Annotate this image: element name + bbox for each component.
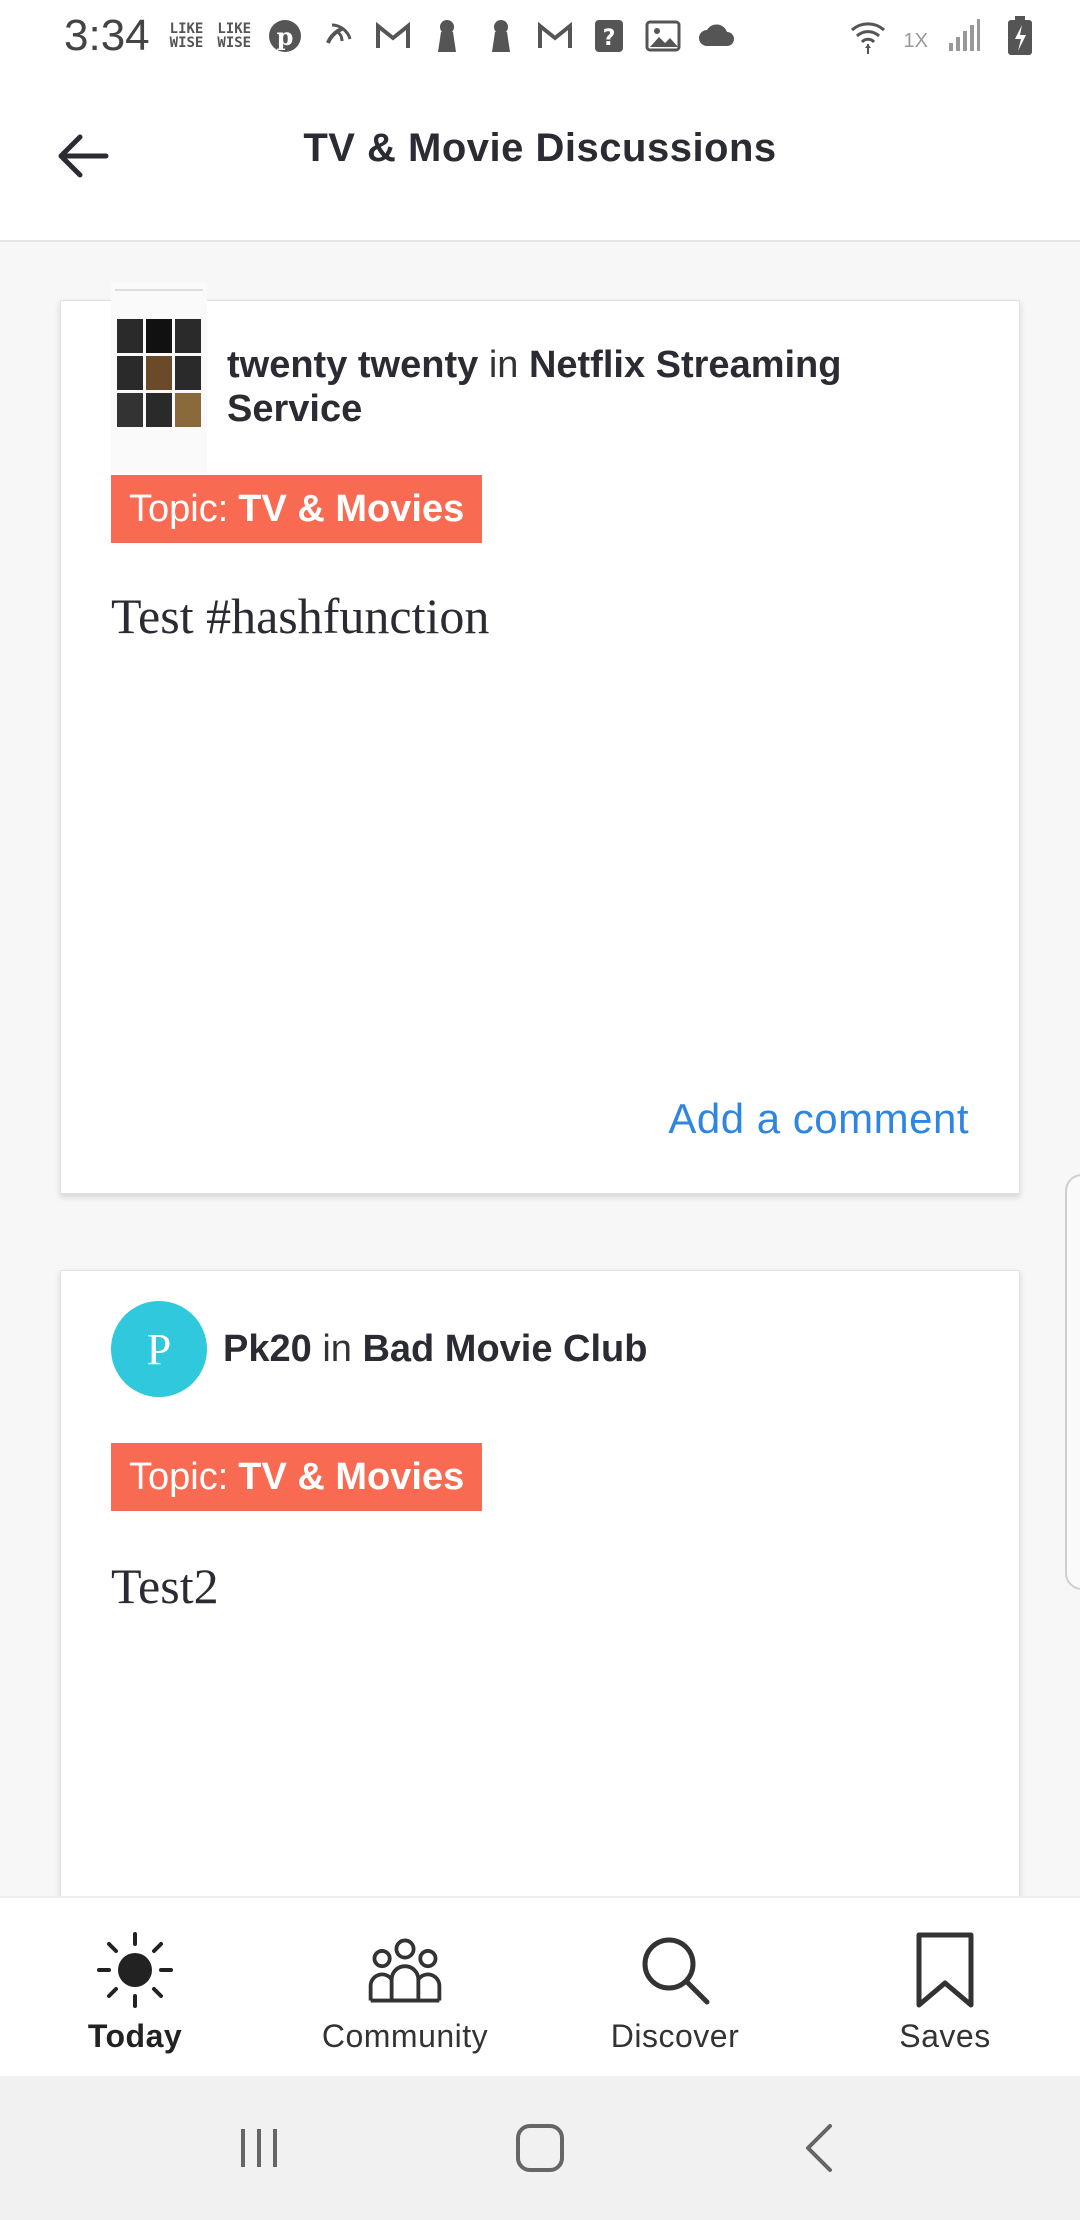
post-author-row: twenty twenty in Netflix Streaming Servi… <box>111 283 927 473</box>
home-icon <box>516 2124 564 2172</box>
app-header: TV & Movie Discussions <box>0 72 1080 242</box>
keyhole-icon <box>481 16 521 56</box>
signal-icon <box>944 16 984 56</box>
wifi-call-icon <box>319 16 359 56</box>
speed-label: 1X <box>903 30 928 52</box>
avatar[interactable]: P <box>111 1301 207 1397</box>
back-chevron-icon <box>806 2124 832 2172</box>
nav-label: Saves <box>899 2018 991 2054</box>
page-title: TV & Movie Discussions <box>303 126 777 170</box>
nav-label: Today <box>87 2018 183 2054</box>
nav-discover[interactable]: Discover <box>540 1898 810 2078</box>
post-card[interactable]: P Pk20 in Bad Movie Club Topic: TV & Mov… <box>60 1270 1020 1896</box>
post-body: Test2 <box>111 1558 219 1614</box>
add-comment-link[interactable]: Add a comment <box>668 1095 969 1143</box>
question-icon: ? <box>589 16 629 56</box>
nav-community[interactable]: Community <box>270 1898 540 2078</box>
image-icon <box>643 16 683 56</box>
people-icon <box>363 1928 447 2012</box>
battery-charging-icon <box>1000 16 1040 56</box>
keyhole-icon <box>427 16 467 56</box>
post-attribution: twenty twenty in Netflix Streaming Servi… <box>227 344 842 430</box>
recent-apps-icon <box>241 2129 277 2167</box>
nav-label: Discover <box>610 2018 740 2054</box>
nav-label: Community <box>321 2018 489 2054</box>
gmail-icon <box>535 16 575 56</box>
pinterest-icon: p <box>265 16 305 56</box>
like-wise-icon: LIKE WISE <box>217 21 252 51</box>
edge-panel-handle[interactable] <box>1065 1174 1080 1590</box>
community-name[interactable]: Bad Movie Club <box>362 1328 647 1370</box>
author-name[interactable]: Pk20 <box>223 1328 312 1370</box>
wifi-icon <box>848 16 888 56</box>
system-back-button[interactable] <box>775 2103 865 2193</box>
post-card[interactable]: twenty twenty in Netflix Streaming Servi… <box>60 283 1020 1194</box>
status-bar: 3:34 LIKE WISE LIKE WISE p ? 1X <box>0 0 1080 72</box>
discussion-feed[interactable]: twenty twenty in Netflix Streaming Servi… <box>0 242 1080 1896</box>
author-name[interactable]: twenty twenty <box>227 344 478 386</box>
search-icon <box>633 1928 717 2012</box>
home-button[interactable] <box>495 2103 585 2193</box>
gmail-icon <box>373 16 413 56</box>
topic-tag[interactable]: Topic: TV & Movies <box>111 475 483 543</box>
author-thumbnail[interactable] <box>111 283 207 473</box>
post-attribution: Pk20 in Bad Movie Club <box>223 1328 648 1370</box>
svg-text:p: p <box>277 22 294 51</box>
cloud-icon <box>697 16 737 56</box>
nav-saves[interactable]: Saves <box>810 1898 1080 2078</box>
status-time: 3:34 <box>64 11 150 60</box>
post-author-row: P Pk20 in Bad Movie Club <box>111 1301 647 1397</box>
svg-text:?: ? <box>603 26 616 51</box>
sun-icon <box>93 1928 177 2012</box>
like-wise-icon: LIKE WISE <box>169 21 204 51</box>
bookmark-icon <box>903 1928 987 2012</box>
system-status-icons: 1X <box>848 16 1040 56</box>
bottom-navigation: Today Community Discover Saves <box>0 1896 1080 2078</box>
recent-apps-button[interactable] <box>215 2103 305 2193</box>
topic-tag[interactable]: Topic: TV & Movies <box>111 1443 483 1511</box>
system-navigation-bar <box>0 2076 1080 2220</box>
notification-icons: LIKE WISE LIKE WISE p ? <box>170 16 737 56</box>
nav-today[interactable]: Today <box>0 1898 270 2078</box>
post-body: Test #hashfunction <box>111 588 490 644</box>
